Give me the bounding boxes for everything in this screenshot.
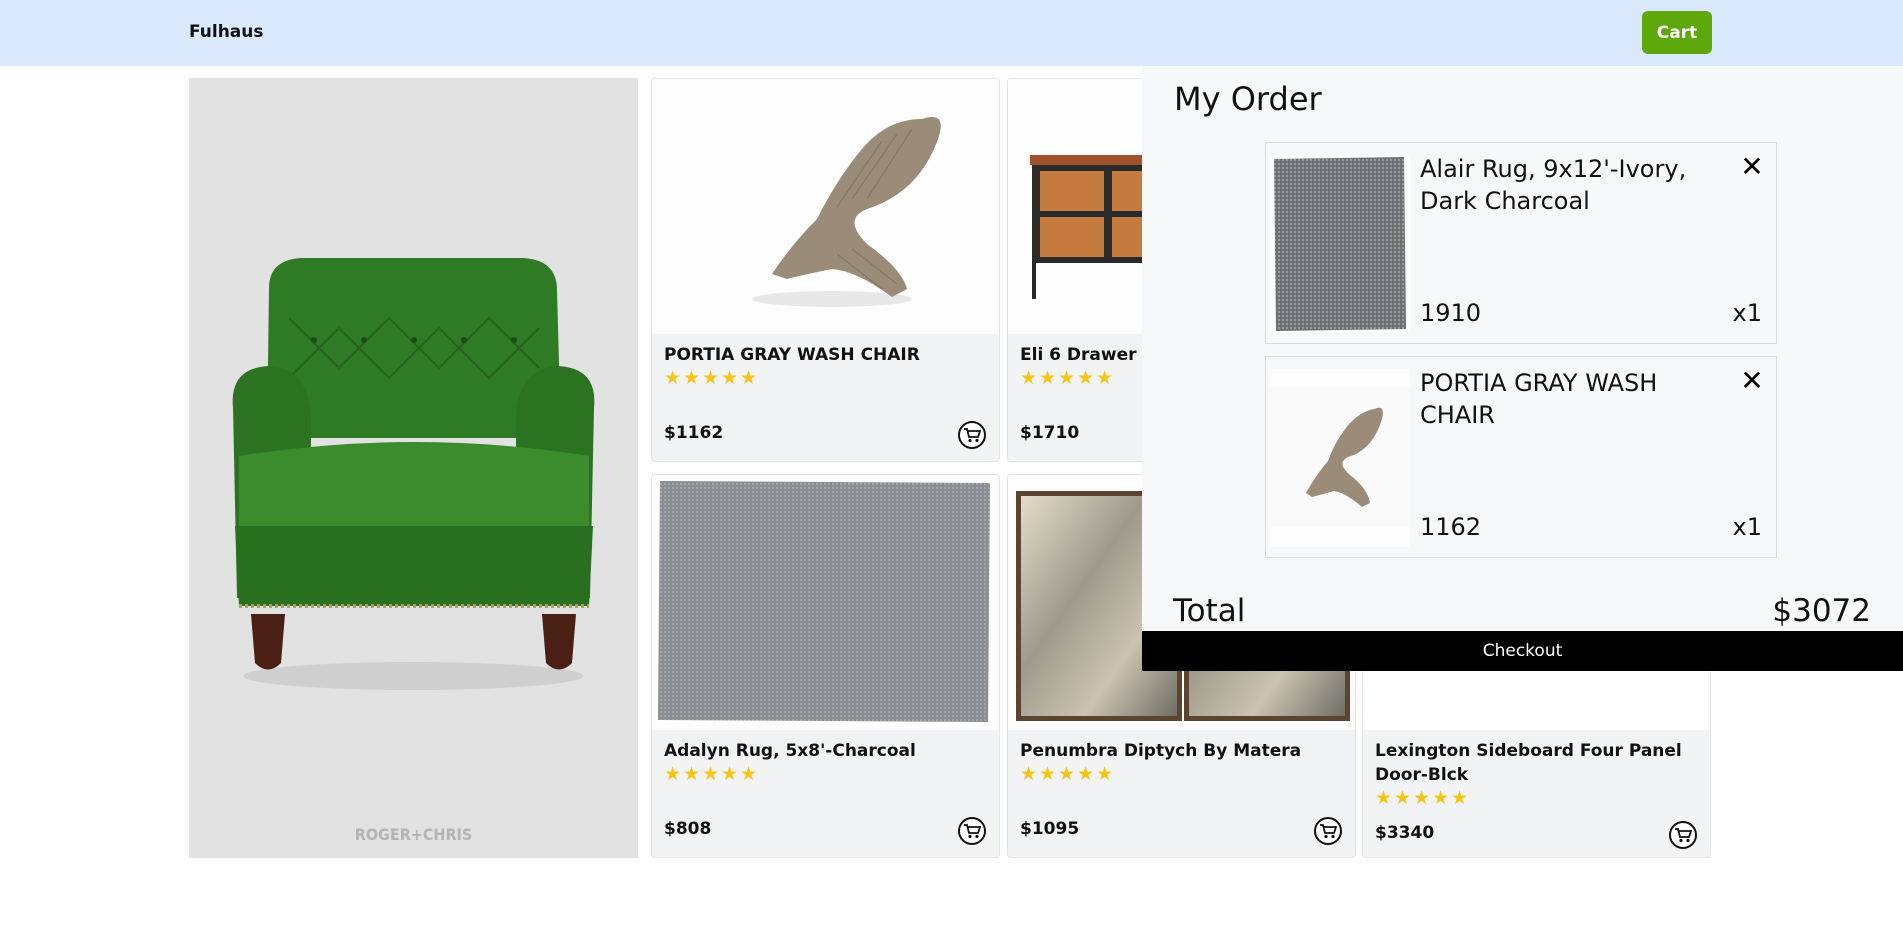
green-armchair-image	[189, 78, 638, 858]
star-icon: ★	[683, 367, 701, 389]
rating-stars: ★ ★ ★ ★ ★	[1020, 367, 1114, 389]
star-icon: ★	[1077, 763, 1095, 785]
star-icon: ★	[1058, 367, 1076, 389]
order-item-image	[1270, 155, 1410, 333]
close-icon[interactable]: ✕	[1740, 367, 1764, 395]
brand-logo[interactable]: Fulhaus	[189, 22, 264, 42]
star-icon: ★	[1375, 787, 1393, 809]
order-item-price: 1162	[1420, 513, 1482, 541]
cart-icon	[1675, 828, 1692, 843]
star-icon: ★	[740, 763, 758, 785]
cart-icon	[964, 824, 981, 839]
total-value: $3072	[1772, 593, 1871, 629]
star-icon: ★	[1058, 763, 1076, 785]
rating-stars: ★ ★ ★ ★ ★	[664, 367, 758, 389]
close-icon[interactable]: ✕	[1740, 153, 1764, 181]
order-item: PORTIA GRAY WASH CHAIR ✕ 1162 x1	[1265, 356, 1777, 558]
order-item-name: PORTIA GRAY WASH CHAIR	[1420, 369, 1658, 429]
order-item-qty: x1	[1732, 299, 1762, 327]
order-panel: My Order Alair Rug, 9x12'-Ivory, Dark Ch…	[1142, 66, 1903, 671]
order-item-name: Alair Rug, 9x12'-Ivory, Dark Charcoal	[1420, 155, 1687, 215]
add-to-cart-button[interactable]	[1314, 817, 1342, 845]
product-price: $3340	[1375, 823, 1435, 843]
product-price: $1162	[664, 423, 724, 443]
star-icon: ★	[1077, 367, 1095, 389]
product-title[interactable]: PORTIA GRAY WASH CHAIR	[664, 343, 986, 367]
product-price: $1095	[1020, 819, 1080, 839]
order-title: My Order	[1174, 80, 1322, 118]
product-title[interactable]: Adalyn Rug, 5x8'-Charcoal	[664, 739, 986, 763]
hero-image: ROGER+CHRIS	[189, 78, 638, 858]
star-icon: ★	[1413, 787, 1431, 809]
star-icon: ★	[1394, 787, 1412, 809]
product-price: $1710	[1020, 423, 1080, 443]
product-card[interactable]: Adalyn Rug, 5x8'-Charcoal ★ ★ ★ ★ ★ $808	[651, 474, 1000, 858]
star-icon: ★	[664, 763, 682, 785]
product-image[interactable]	[652, 475, 999, 730]
cart-icon	[964, 428, 981, 443]
rating-stars: ★ ★ ★ ★ ★	[1375, 787, 1469, 809]
star-icon: ★	[664, 367, 682, 389]
add-to-cart-button[interactable]	[958, 817, 986, 845]
product-card[interactable]: PORTIA GRAY WASH CHAIR ★ ★ ★ ★ ★ $1162	[651, 78, 1000, 462]
product-image[interactable]	[652, 79, 999, 334]
star-icon: ★	[1039, 763, 1057, 785]
order-item-price: 1910	[1420, 299, 1482, 327]
product-title[interactable]: Lexington Sideboard Four Panel Door-Blck	[1375, 739, 1697, 787]
star-icon: ★	[702, 763, 720, 785]
rating-stars: ★ ★ ★ ★ ★	[1020, 763, 1114, 785]
star-icon: ★	[1020, 763, 1038, 785]
product-title[interactable]: Penumbra Diptych By Matera	[1020, 739, 1342, 763]
star-icon: ★	[683, 763, 701, 785]
add-to-cart-button[interactable]	[958, 421, 986, 449]
rating-stars: ★ ★ ★ ★ ★	[664, 763, 758, 785]
order-item-image	[1270, 369, 1410, 547]
star-icon: ★	[721, 367, 739, 389]
cart-icon	[1320, 824, 1337, 839]
order-item-qty: x1	[1732, 513, 1762, 541]
star-icon: ★	[1451, 787, 1469, 809]
star-icon: ★	[1096, 367, 1114, 389]
checkout-button[interactable]: Checkout	[1142, 631, 1903, 671]
navbar: Fulhaus Cart	[0, 0, 1903, 66]
product-price: $808	[664, 819, 712, 839]
cart-button[interactable]: Cart	[1642, 11, 1712, 54]
add-to-cart-button[interactable]	[1669, 821, 1697, 849]
hero-brand-mark: ROGER+CHRIS	[354, 825, 473, 844]
total-label: Total	[1173, 593, 1246, 629]
star-icon: ★	[740, 367, 758, 389]
order-item: Alair Rug, 9x12'-Ivory, Dark Charcoal ✕ …	[1265, 142, 1777, 344]
star-icon: ★	[1039, 367, 1057, 389]
star-icon: ★	[721, 763, 739, 785]
star-icon: ★	[1020, 367, 1038, 389]
star-icon: ★	[1096, 763, 1114, 785]
star-icon: ★	[1432, 787, 1450, 809]
star-icon: ★	[702, 367, 720, 389]
